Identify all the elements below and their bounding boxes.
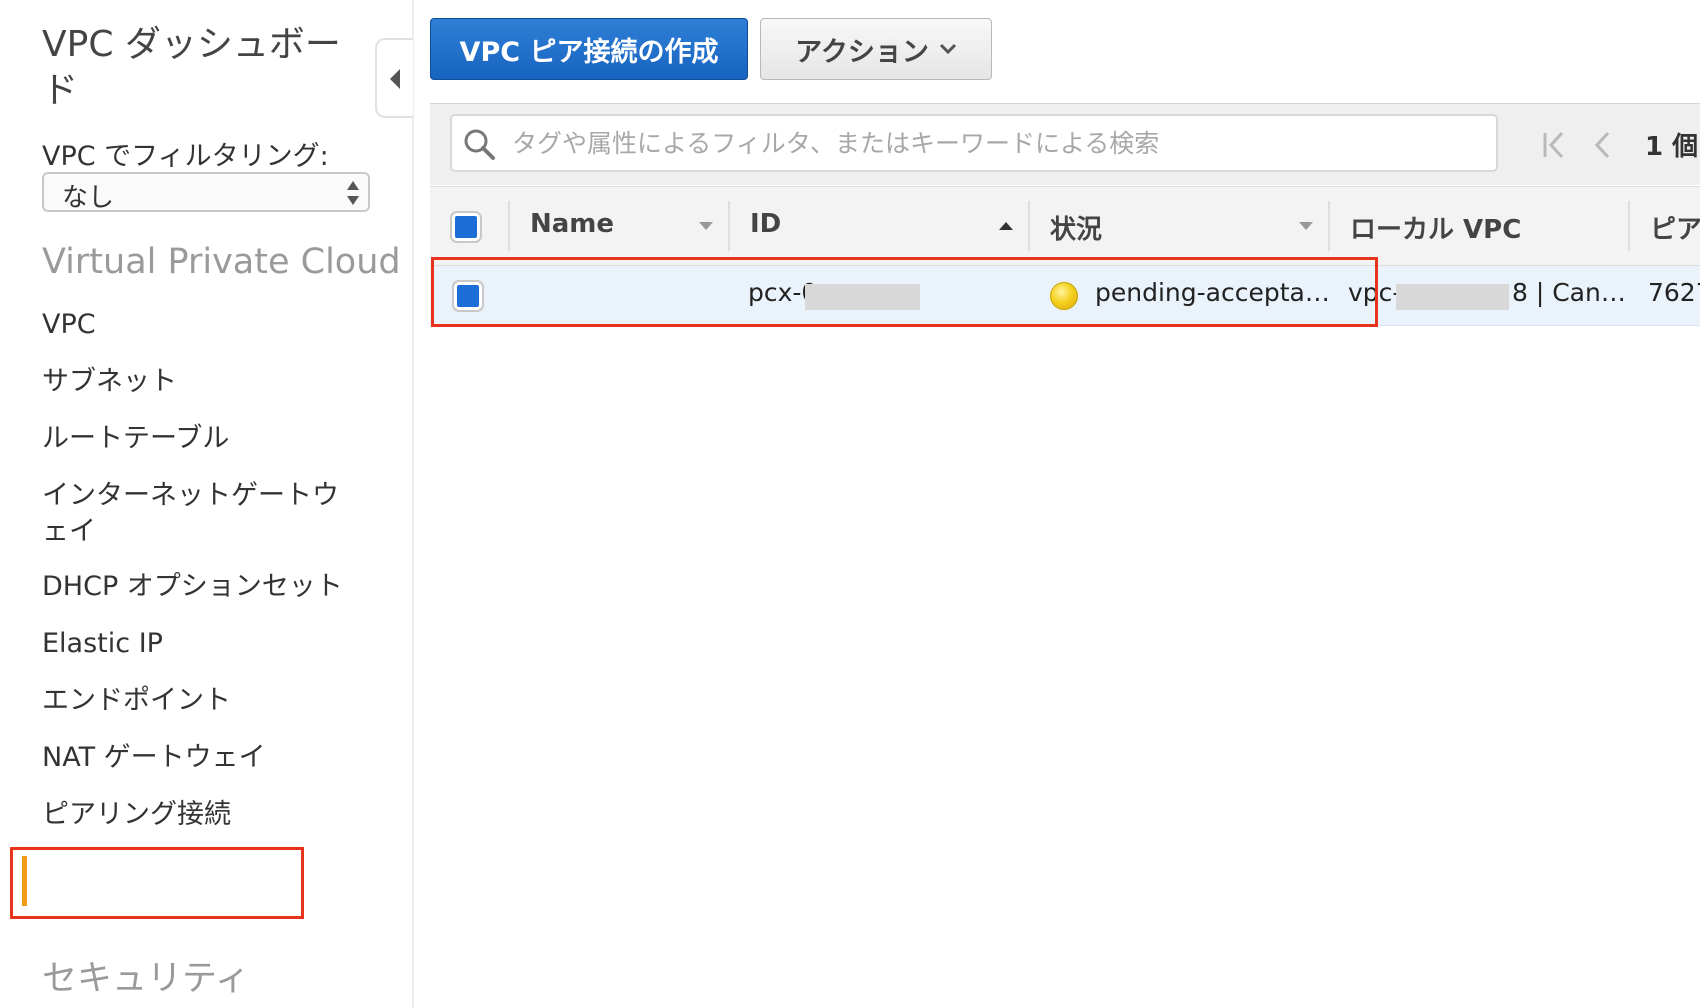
section-virtual-private-cloud: Virtual Private Cloud bbox=[42, 242, 401, 282]
sidebar-divider bbox=[412, 0, 414, 1008]
chevron-down-icon bbox=[939, 43, 956, 55]
pagination-text: 1 個中 bbox=[1645, 132, 1700, 162]
column-header-status[interactable]: 状況 bbox=[1050, 209, 1102, 246]
sidebar-item-internet-gateways[interactable]: インターネットゲートウェイ bbox=[42, 478, 342, 550]
sidebar-item-peering-connections[interactable]: ピアリング接続 bbox=[42, 797, 231, 833]
column-header-peer[interactable]: ピア bbox=[1650, 209, 1700, 246]
column-header-name[interactable]: Name bbox=[530, 209, 614, 239]
sort-up-icon[interactable] bbox=[998, 221, 1014, 231]
sidebar-item-route-tables[interactable]: ルートテーブル bbox=[42, 421, 229, 457]
sort-down-icon[interactable] bbox=[1298, 221, 1314, 231]
sidebar-item-vpc[interactable]: VPC bbox=[42, 307, 96, 343]
column-separator bbox=[1328, 201, 1330, 251]
create-peering-connection-button[interactable]: VPC ピア接続の作成 bbox=[430, 18, 748, 80]
search-input[interactable] bbox=[510, 124, 1474, 162]
previous-page-icon[interactable] bbox=[1592, 130, 1612, 160]
annotation-highlight-row bbox=[431, 257, 1378, 327]
search-box[interactable] bbox=[450, 114, 1498, 172]
dashboard-title[interactable]: VPC ダッシュボード bbox=[42, 22, 362, 114]
collapse-left-icon bbox=[390, 69, 400, 89]
sidebar-item-nat-gateways[interactable]: NAT ゲートウェイ bbox=[42, 740, 266, 776]
column-separator bbox=[1028, 201, 1030, 251]
vpc-filter-select[interactable]: なし bbox=[42, 172, 370, 213]
sidebar: VPC ダッシュボード VPC でフィルタリング: なし Virtual Pri… bbox=[0, 0, 412, 1008]
column-header-id[interactable]: ID bbox=[750, 209, 781, 239]
table-header: Name ID 状況 ローカル VPC ピア bbox=[430, 186, 1700, 266]
row-peer-cell: 7627 bbox=[1648, 278, 1700, 307]
vpc-filter-value: なし bbox=[62, 183, 115, 213]
redacted-local-vpc bbox=[1396, 284, 1509, 310]
select-all-checkbox[interactable] bbox=[450, 211, 482, 243]
row-local-vpc-suffix: 8 | Can… bbox=[1512, 278, 1626, 307]
sort-down-icon[interactable] bbox=[698, 221, 714, 231]
sidebar-item-dhcp-options[interactable]: DHCP オプションセット bbox=[42, 569, 343, 605]
actions-button-label: アクション bbox=[795, 36, 929, 68]
column-header-local-vpc[interactable]: ローカル VPC bbox=[1350, 209, 1521, 246]
section-security: セキュリティ bbox=[42, 959, 250, 999]
column-separator bbox=[1628, 201, 1630, 251]
column-separator bbox=[728, 201, 730, 251]
sidebar-item-subnets[interactable]: サブネット bbox=[42, 364, 177, 400]
sidebar-collapse-button[interactable] bbox=[375, 38, 413, 118]
vpc-filter-label: VPC でフィルタリング: bbox=[42, 141, 329, 172]
select-arrows-icon bbox=[347, 181, 359, 205]
actions-dropdown-button[interactable]: アクション bbox=[760, 18, 992, 80]
first-page-icon[interactable] bbox=[1542, 130, 1568, 160]
filter-toolbar: 1 個中 bbox=[430, 103, 1700, 185]
sidebar-item-endpoints[interactable]: エンドポイント bbox=[42, 683, 231, 719]
column-separator bbox=[508, 201, 510, 251]
search-icon bbox=[464, 129, 495, 160]
sidebar-item-elastic-ip[interactable]: Elastic IP bbox=[42, 626, 163, 662]
annotation-highlight-sidebar bbox=[10, 847, 304, 919]
